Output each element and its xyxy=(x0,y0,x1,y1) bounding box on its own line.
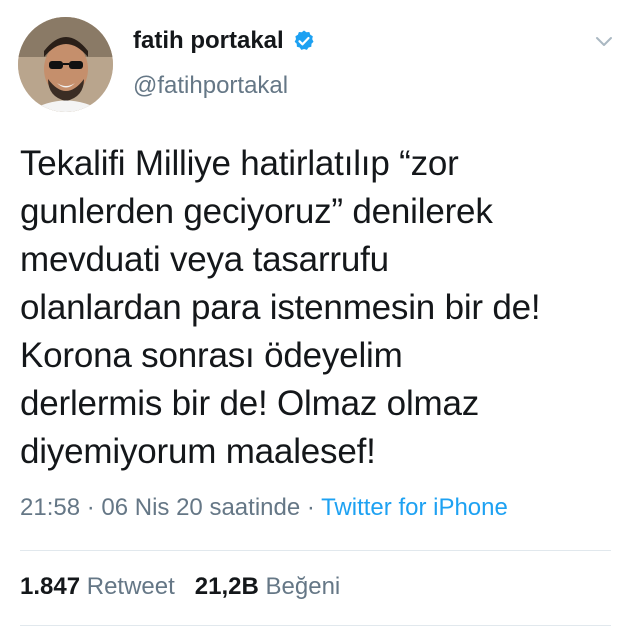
tweet-meta: 21:58 · 06 Nis 20 saatinde · Twitter for… xyxy=(20,494,508,522)
likes-stat[interactable]: 21,2B Beğeni xyxy=(195,573,340,600)
divider xyxy=(20,550,611,551)
display-name[interactable]: fatih portakal xyxy=(133,27,284,55)
user-handle[interactable]: @fatihportakal xyxy=(133,72,288,100)
tweet-stats: 1.847 Retweet 21,2B Beğeni xyxy=(20,573,340,601)
retweets-label: Retweet xyxy=(86,573,175,600)
tweet-source-link[interactable]: Twitter for iPhone xyxy=(321,494,508,521)
avatar[interactable] xyxy=(18,17,113,112)
tweet-date[interactable]: 06 Nis 20 saatinde xyxy=(101,494,300,521)
profile-photo xyxy=(18,17,113,112)
chevron-down-icon[interactable] xyxy=(593,30,615,52)
likes-count: 21,2B xyxy=(194,573,259,600)
likes-label: Beğeni xyxy=(265,573,341,600)
tweet-text: Tekalifi Milliye hatirlatılıp “zor gunle… xyxy=(20,144,541,471)
retweets-count: 1.847 xyxy=(20,573,81,600)
verified-badge-icon xyxy=(292,29,316,53)
retweets-stat[interactable]: 1.847 Retweet xyxy=(20,573,175,600)
meta-separator: · xyxy=(80,494,102,521)
name-row: fatih portakal xyxy=(133,27,316,55)
meta-separator: · xyxy=(300,494,322,521)
tweet-time[interactable]: 21:58 xyxy=(20,494,80,521)
divider xyxy=(20,625,611,626)
